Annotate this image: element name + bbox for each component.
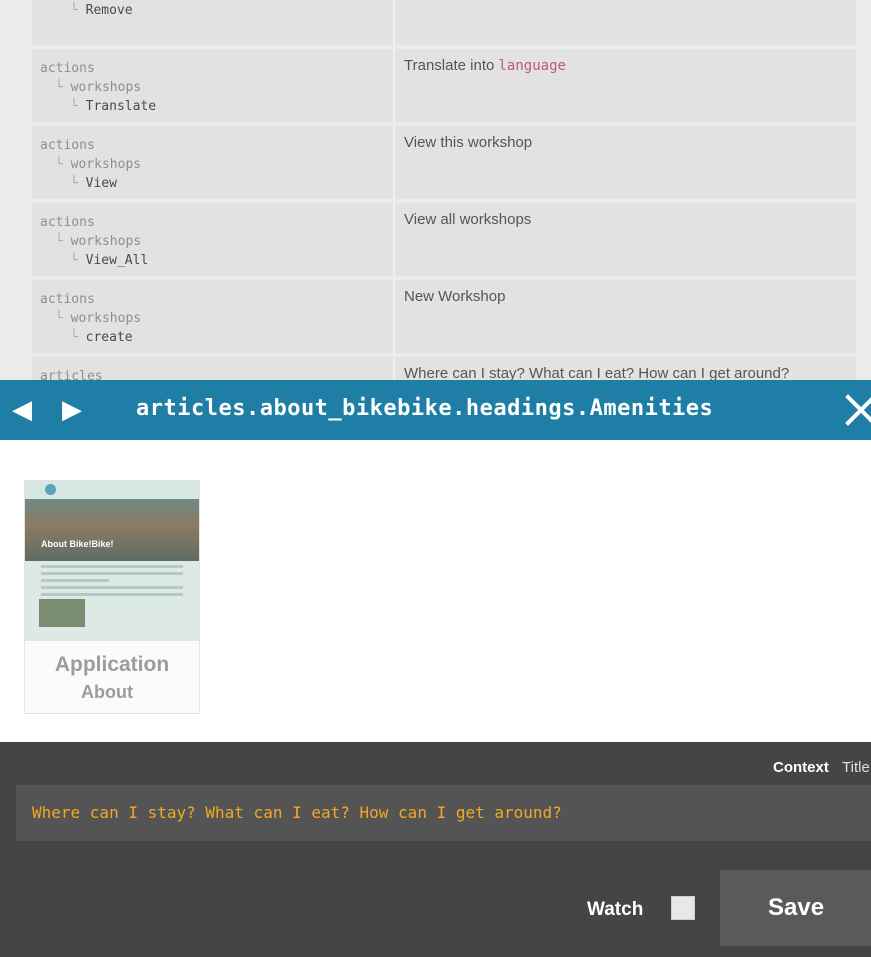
key-path: workshops └ Remove bbox=[32, 0, 393, 45]
translation-value bbox=[395, 0, 856, 45]
page-preview-card[interactable]: About Bike!Bike! Application About bbox=[24, 480, 200, 714]
variable-token: language bbox=[498, 58, 566, 74]
thumbnail-hero-text: About Bike!Bike! bbox=[41, 539, 114, 549]
thumbnail-photo bbox=[39, 599, 85, 627]
translation-title-bar: ◀ ▶ articles.about_bikebike.headings.Ame… bbox=[0, 380, 871, 440]
translations-table: workshops └ Remove actions └ workshops └… bbox=[0, 0, 871, 440]
preview-page-caption: About bbox=[81, 682, 133, 702]
key-path: actions └ workshops └ View bbox=[32, 126, 393, 199]
key-path: actions └ workshops └ create bbox=[32, 280, 393, 353]
previous-arrow-icon[interactable]: ◀ bbox=[12, 394, 32, 424]
key-level-3: └ Remove bbox=[70, 3, 133, 18]
table-row[interactable]: actions └ workshops └ create New Worksho… bbox=[32, 280, 856, 353]
key-path: actions └ workshops └ View_All bbox=[32, 203, 393, 276]
translation-key-title: articles.about_bikebike.headings.Ameniti… bbox=[136, 396, 714, 421]
key-level-3: └ create bbox=[70, 330, 133, 345]
preview-app-caption: Application bbox=[54, 653, 170, 676]
translation-value: View all workshops bbox=[404, 211, 532, 228]
close-icon[interactable] bbox=[843, 392, 871, 428]
page-thumbnail: About Bike!Bike! bbox=[25, 481, 199, 641]
table-row[interactable]: workshops └ Remove bbox=[32, 0, 856, 45]
key-level-3: └ View bbox=[70, 176, 117, 191]
key-level-3: └ View_All bbox=[70, 253, 149, 268]
table-row[interactable]: actions └ workshops └ View_All View all … bbox=[32, 203, 856, 276]
key-level-2: └ workshops bbox=[55, 311, 142, 326]
key-level-2: └ workshops bbox=[55, 234, 142, 249]
watch-checkbox[interactable] bbox=[671, 896, 695, 920]
table-row[interactable]: actions └ workshops └ Translate Translat… bbox=[32, 49, 856, 122]
key-level-2: └ workshops bbox=[55, 80, 142, 95]
key-level-3: └ Translate bbox=[70, 99, 157, 114]
key-level-1: actions bbox=[40, 61, 95, 76]
context-label: Context bbox=[773, 759, 829, 776]
key-level-1: actions bbox=[40, 292, 95, 307]
next-arrow-icon[interactable]: ▶ bbox=[62, 394, 82, 424]
key-level-1: actions bbox=[40, 215, 95, 230]
context-value: Title bbox=[842, 759, 870, 776]
translation-value: New Workshop bbox=[404, 288, 506, 305]
translation-editor: Context Title Where can I stay? What can… bbox=[0, 742, 871, 957]
save-button[interactable]: Save bbox=[720, 870, 871, 946]
logo-icon bbox=[45, 484, 56, 495]
page-preview-panel: About Bike!Bike! Application About bbox=[0, 440, 871, 742]
translation-value: Translate into language bbox=[404, 57, 566, 74]
key-level-2: └ workshops bbox=[55, 157, 142, 172]
translation-value: View this workshop bbox=[404, 134, 533, 151]
table-row[interactable]: actions └ workshops └ View View this wor… bbox=[32, 126, 856, 199]
key-path: actions └ workshops └ Translate bbox=[32, 49, 393, 122]
translation-text-field[interactable]: Where can I stay? What can I eat? How ca… bbox=[16, 785, 871, 841]
key-level-1: actions bbox=[40, 138, 95, 153]
watch-label: Watch bbox=[587, 899, 644, 920]
